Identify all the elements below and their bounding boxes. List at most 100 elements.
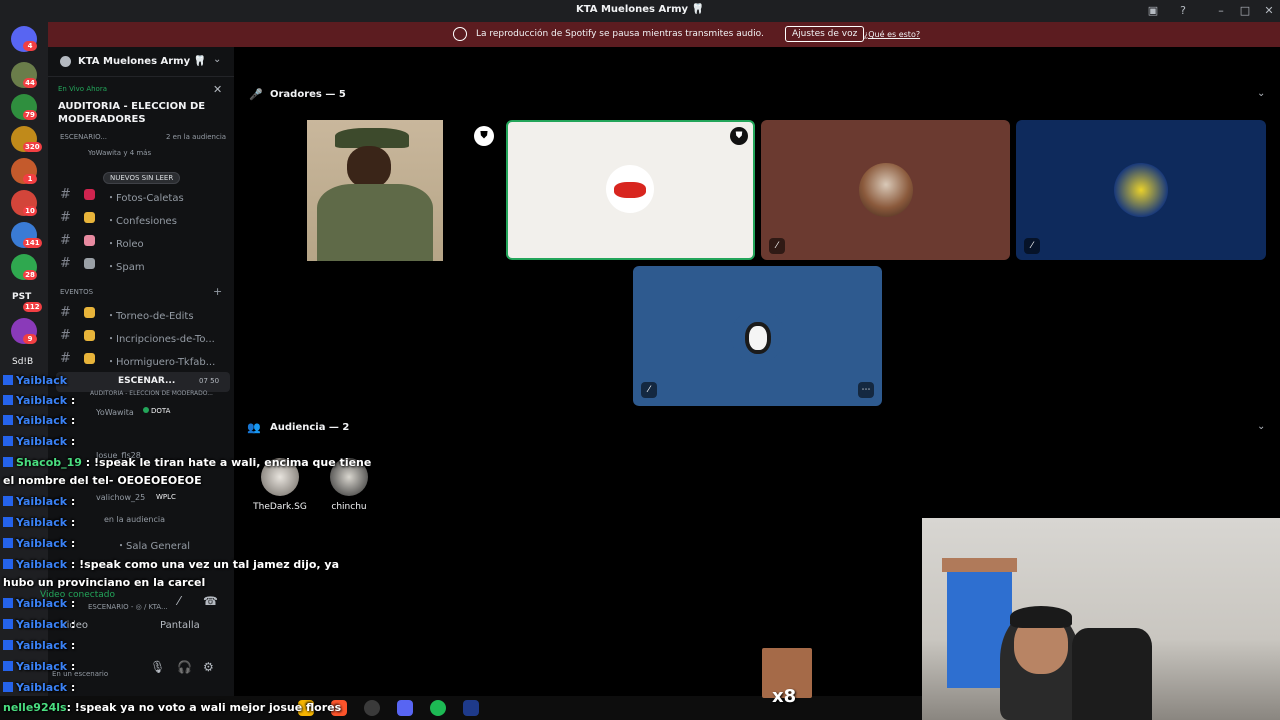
noise-suppression-icon[interactable]: ⁄: [178, 594, 180, 608]
live-audience-count: 2 en la audiencia: [166, 133, 227, 141]
server-badge: 44: [23, 78, 37, 88]
chat-message: Yaiblack :: [3, 435, 75, 448]
trophy-icon: [84, 353, 95, 364]
server-badge: 112: [23, 302, 42, 312]
trophy-icon: [84, 330, 95, 341]
server-badge: 1: [23, 174, 37, 184]
channel-label: ・Incripciones-de-To...: [106, 334, 215, 345]
chat-badge-icon: [3, 436, 13, 446]
server-label[interactable]: Sd!B: [12, 357, 33, 367]
audience-name[interactable]: TheDark.SG: [252, 502, 308, 512]
banner-message: La reproducción de Spotify se pausa mien…: [476, 29, 764, 39]
chat-user: Yaiblack: [16, 516, 68, 529]
channel-item[interactable]: # ・Spam: [48, 254, 234, 274]
maximize-icon[interactable]: □: [1238, 4, 1252, 18]
penguin-avatar-shape: [745, 322, 771, 354]
chat-message: Yaiblack :: [3, 681, 75, 694]
more-options-icon[interactable]: ⋯: [858, 382, 874, 398]
muted-mic-icon: ⁄: [769, 238, 785, 254]
guild-header[interactable]: KTA Muelones Army 🦷 ⌄: [48, 47, 234, 77]
channel-item[interactable]: # ・Confesiones: [48, 208, 234, 228]
audience-header[interactable]: Audiencia — 2: [270, 422, 349, 433]
speaker-tile[interactable]: ⁄: [1016, 120, 1266, 260]
hash-icon: #: [60, 187, 71, 202]
channel-item[interactable]: # ・Torneo-de-Edits: [48, 303, 234, 323]
chat-badge-icon: [3, 395, 13, 405]
channel-label: ・Spam: [106, 262, 145, 273]
chat-user: Yaiblack: [16, 495, 68, 508]
server-label[interactable]: PST: [12, 292, 31, 302]
channel-item[interactable]: # ・Hormiguero-Tkfab...: [48, 349, 234, 369]
channel-item[interactable]: # ・Roleo: [48, 231, 234, 251]
channel-label: ・Torneo-de-Edits: [106, 311, 194, 322]
speaker-avatar: [1114, 163, 1168, 217]
speaker-tile[interactable]: [307, 120, 443, 261]
chevron-down-icon[interactable]: ⌄: [213, 54, 221, 65]
chat-message: Yaiblack : !speak como una vez un tal ja…: [3, 558, 339, 571]
disconnect-icon[interactable]: ☎: [203, 594, 218, 608]
chat-user: Yaiblack: [16, 597, 68, 610]
voice-member[interactable]: YoWawita: [96, 408, 134, 417]
car-avatar-shape: [614, 182, 646, 198]
stage-channel-item[interactable]: ESCENAR... 07 50: [56, 372, 230, 392]
window-title: KTA Muelones Army 🦷: [575, 4, 705, 15]
audience-name[interactable]: chinchu: [326, 502, 372, 512]
discord-taskbar-icon[interactable]: [397, 700, 413, 716]
home-badge: 4: [23, 41, 37, 51]
obs-icon[interactable]: [364, 700, 380, 716]
chat-text: :: [70, 516, 76, 529]
speaker-tile[interactable]: ⁄: [761, 120, 1010, 260]
chat-text: : !speak ya no voto a wali mejor josue f…: [66, 701, 342, 714]
chat-text: : !speak le tiran hate a wali, encima qu…: [85, 456, 372, 469]
speaker-tile-speaking[interactable]: ⛊: [506, 120, 755, 260]
chat-message: Yaiblack :: [3, 495, 75, 508]
app-taskbar-icon[interactable]: [463, 700, 479, 716]
live-stage-title[interactable]: AUDITORIA - ELECCION DE MODERADORES: [58, 100, 208, 126]
audience-label: en la audiencia: [104, 515, 165, 524]
live-label: En Vivo Ahora: [58, 85, 107, 93]
chair-shape: [1072, 628, 1152, 720]
microphone-icon[interactable]: 🎙: [150, 660, 165, 674]
channel-emoji-icon: [84, 258, 95, 269]
voice-member[interactable]: valichow_25: [96, 493, 145, 502]
chat-text: :: [70, 660, 76, 673]
close-window-icon[interactable]: ✕: [1262, 4, 1276, 18]
chevron-down-icon[interactable]: ⌄: [1257, 421, 1265, 432]
settings-gear-icon[interactable]: ⚙: [203, 660, 214, 674]
server-badge: 10: [23, 206, 37, 216]
close-icon[interactable]: ✕: [213, 83, 222, 96]
channel-item[interactable]: # ・Fotos-Caletas: [48, 185, 234, 205]
muted-mic-icon: ⁄: [641, 382, 657, 398]
chat-text: el nombre del tel- OEOEOEOEOE: [3, 474, 202, 487]
chat-message: Yaiblack :: [3, 537, 75, 550]
hair-shape: [1010, 606, 1072, 628]
chat-message: Yaiblack: [3, 374, 67, 387]
headphones-icon[interactable]: 🎧: [177, 660, 192, 674]
speakers-header[interactable]: Oradores — 5: [270, 89, 346, 100]
chevron-down-icon[interactable]: ⌄: [1257, 88, 1265, 99]
help-icon[interactable]: ?: [1176, 4, 1190, 18]
add-channel-icon[interactable]: +: [213, 285, 222, 298]
channel-emoji-icon: [84, 189, 95, 200]
new-unread-pill[interactable]: NUEVOS SIN LEER: [103, 172, 181, 184]
shelf-top-shape: [942, 558, 1017, 572]
chat-badge-icon: [3, 496, 13, 506]
channel-item[interactable]: # ・Incripciones-de-To...: [48, 326, 234, 346]
chat-message: el nombre del tel- OEOEOEOEOE: [3, 474, 202, 487]
voice-channel-sala-general[interactable]: ・Sala General: [116, 537, 190, 552]
voice-settings-button[interactable]: Ajustes de voz: [785, 26, 865, 42]
chat-message: Yaiblack :: [3, 618, 75, 631]
screen-share-button[interactable]: Pantalla: [160, 620, 200, 640]
chat-text: :: [70, 537, 76, 550]
category-events[interactable]: EVENTOS: [60, 288, 93, 296]
channel-emoji-icon: [84, 235, 95, 246]
hash-icon: #: [60, 233, 71, 248]
speaker-tile[interactable]: ⁄ ⋯: [633, 266, 882, 406]
minimize-icon[interactable]: –: [1214, 4, 1228, 18]
inbox-icon[interactable]: ▣: [1146, 4, 1160, 18]
whats-this-link[interactable]: ¿Qué es esto?: [864, 30, 920, 39]
chat-message: Shacob_19 : !speak le tiran hate a wali,…: [3, 456, 371, 469]
server-badge: 9: [23, 334, 37, 344]
chat-text: :: [70, 639, 76, 652]
spotify-taskbar-icon[interactable]: [430, 700, 446, 716]
